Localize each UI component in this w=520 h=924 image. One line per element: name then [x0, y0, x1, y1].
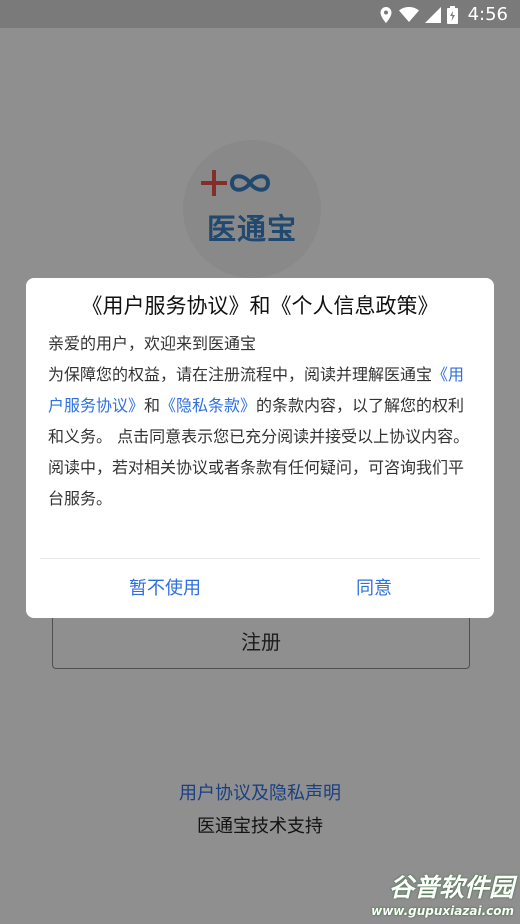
paragraph-lead: 为保障您的权益，请在注册流程中，阅读并理解医通宝 [48, 365, 433, 384]
dialog-paragraph: 为保障您的权益，请在注册流程中，阅读并理解医通宝《用户服务协议》和《隐私条款》的… [48, 359, 476, 514]
status-icons: 4:56 [379, 4, 508, 25]
wifi-icon [398, 6, 419, 23]
privacy-terms-link[interactable]: 《隐私条款》 [160, 396, 256, 415]
cell-signal-icon [424, 6, 441, 23]
watermark-title: 谷普软件园 [388, 873, 514, 902]
dialog-divider [40, 558, 480, 559]
agreement-dialog: 《用户服务协议》和《个人信息政策》 亲爱的用户，欢迎来到医通宝 为保障您的权益，… [26, 278, 494, 618]
agree-button[interactable]: 同意 [356, 574, 392, 600]
dialog-greeting: 亲爱的用户，欢迎来到医通宝 [48, 334, 257, 353]
watermark-url: www.gupuxiazai.com [371, 904, 514, 918]
decline-button[interactable]: 暂不使用 [129, 574, 201, 600]
status-time: 4:56 [467, 4, 508, 25]
status-bar: 4:56 [0, 0, 520, 28]
location-icon [379, 6, 393, 24]
dialog-body: 亲爱的用户，欢迎来到医通宝 为保障您的权益，请在注册流程中，阅读并理解医通宝《用… [48, 328, 476, 514]
watermark-logo: 谷普软件园 www.gupuxiazai.com [364, 868, 514, 920]
dialog-title: 《用户服务协议》和《个人信息政策》 [81, 294, 439, 318]
paragraph-connector: 和 [144, 396, 161, 415]
battery-icon [446, 5, 458, 24]
